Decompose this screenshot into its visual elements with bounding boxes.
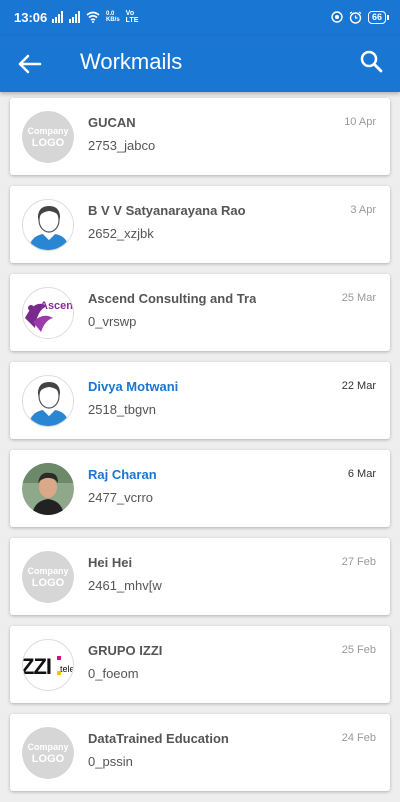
volte-indicator: Vo LTE — [126, 10, 139, 24]
company-logo-placeholder: Company LOGO — [22, 727, 74, 779]
status-bar: 13:06 0.0 KB/s Vo LTE 66 — [0, 0, 400, 36]
mail-date: 22 Mar — [341, 380, 376, 392]
workmail-list: Company LOGO GUCAN 10 Apr 2753_jabco B V… — [10, 98, 390, 802]
person-photo-avatar — [22, 463, 74, 515]
mail-code: 0_vrswp — [88, 314, 137, 329]
person-silhouette-avatar — [22, 199, 74, 251]
signal-icon — [52, 11, 63, 23]
page-title: Workmails — [80, 49, 183, 74]
arrow-left-icon — [18, 54, 42, 74]
list-item[interactable]: Company LOGO Hei Hei 27 Feb 2461_mhv[w — [10, 538, 390, 615]
izzi-logo-tele: tele — [60, 664, 74, 674]
mail-date: 27 Feb — [341, 556, 376, 568]
mail-code: 2652_xzjbk — [88, 226, 154, 241]
mail-code: 2753_jabco — [88, 138, 156, 153]
status-icons-left: 0.0 KB/s Vo LTE — [52, 9, 138, 25]
network-speed-unit: KB/s — [106, 17, 120, 23]
logo-placeholder-line1: Company — [27, 125, 69, 136]
list-item[interactable]: Company LOGO DataTrained Education 24 Fe… — [10, 714, 390, 791]
data-saver-icon — [331, 11, 343, 23]
app-bar: Workmails — [0, 36, 400, 92]
ascend-logo-icon — [23, 288, 73, 338]
mail-date: 6 Mar — [347, 468, 376, 480]
logo-placeholder-line2: LOGO — [31, 576, 65, 589]
status-icons-right: 66 — [331, 9, 390, 25]
mail-date: 24 Feb — [341, 732, 376, 744]
sender-name: Raj Charan — [88, 467, 157, 482]
izzi-logo-avatar: ZZI tele — [22, 639, 74, 691]
search-button[interactable] — [358, 48, 386, 76]
mail-code: 2477_vcrro — [88, 490, 154, 505]
lte-label: LTE — [125, 17, 139, 24]
battery-icon: 66 — [367, 10, 390, 24]
list-item[interactable]: Company LOGO GUCAN 10 Apr 2753_jabco — [10, 98, 390, 175]
sender-name: GUCAN — [88, 115, 136, 130]
list-item[interactable]: B V V Satyanarayana Rao 3 Apr 2652_xzjbk — [10, 186, 390, 263]
person-photo-icon — [22, 463, 74, 515]
izzi-logo-text: ZZI — [22, 654, 52, 679]
list-item[interactable]: Divya Motwani 22 Mar 2518_tbgvn — [10, 362, 390, 439]
mail-date: 10 Apr — [344, 116, 376, 128]
sender-name: Divya Motwani — [88, 379, 179, 394]
sender-name: Hei Hei — [88, 555, 133, 570]
back-button[interactable] — [16, 50, 46, 78]
wifi-icon — [86, 11, 100, 23]
mail-code: 0_foeom — [88, 666, 139, 681]
izzi-logo-dot — [57, 656, 61, 660]
mail-code: 2518_tbgvn — [88, 402, 156, 417]
person-silhouette-avatar — [22, 375, 74, 427]
mail-date: 25 Mar — [341, 292, 376, 304]
sender-name: Ascend Consulting and Tra — [88, 291, 257, 306]
network-speed: 0.0 KB/s — [106, 11, 120, 23]
list-item[interactable]: Raj Charan 6 Mar 2477_vcrro — [10, 450, 390, 527]
company-logo-placeholder: Company LOGO — [22, 111, 74, 163]
person-silhouette-icon — [23, 200, 73, 250]
vo-label: Vo — [125, 10, 135, 17]
mail-code: 2461_mhv[w — [88, 578, 162, 593]
mail-date: 25 Feb — [341, 644, 376, 656]
logo-placeholder-line1: Company — [27, 741, 69, 752]
status-time: 13:06 — [14, 10, 48, 25]
search-icon — [360, 50, 383, 73]
sender-name: DataTrained Education — [88, 731, 229, 746]
list-item[interactable]: Ascen Ascend Consulting and Tra 25 Mar 0… — [10, 274, 390, 351]
company-logo-placeholder: Company LOGO — [22, 551, 74, 603]
alarm-icon — [349, 11, 362, 24]
list-item[interactable]: ZZI tele GRUPO IZZI 25 Feb 0_foeom — [10, 626, 390, 703]
mail-code: 0_pssin — [88, 754, 133, 769]
logo-placeholder-line2: LOGO — [31, 136, 65, 149]
ascend-logo-text: Ascen — [40, 300, 74, 312]
signal-icon-2 — [69, 11, 80, 23]
sender-name: GRUPO IZZI — [88, 643, 163, 658]
sender-name: B V V Satyanarayana Rao — [88, 203, 246, 218]
person-silhouette-icon — [23, 376, 73, 426]
logo-placeholder-line1: Company — [27, 565, 69, 576]
mail-date: 3 Apr — [350, 204, 376, 216]
logo-placeholder-line2: LOGO — [31, 752, 65, 765]
ascend-logo-avatar: Ascen — [22, 287, 74, 339]
